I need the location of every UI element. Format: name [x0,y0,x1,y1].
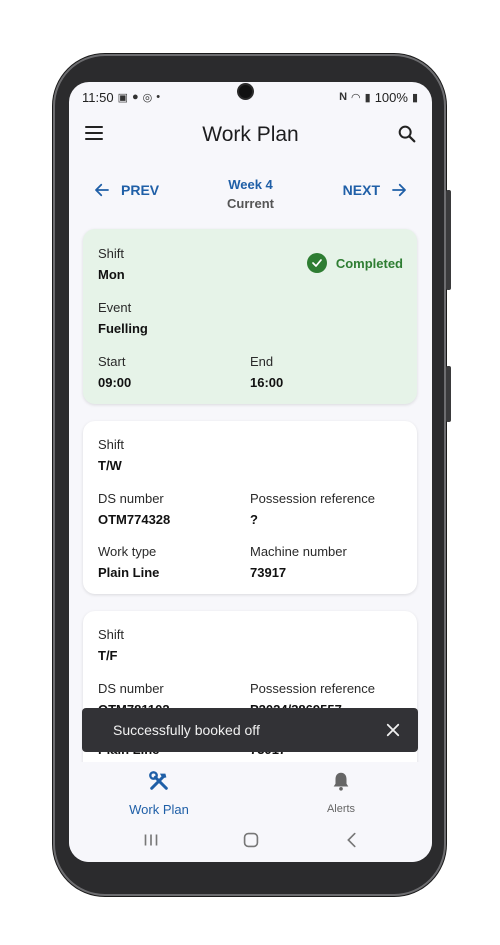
shift-card[interactable]: Shift T/W DS number OTM774328 Possession… [83,421,417,594]
snackbar: Successfully booked off [82,708,418,752]
gallery-icon: ▣ [117,91,128,104]
recent-apps-icon[interactable] [140,830,162,850]
field-label: Shift [98,246,125,261]
field-value: 16:00 [250,375,284,390]
field-label: Start [98,354,126,369]
field-value: Plain Line [98,565,160,580]
page-title: Work Plan [202,123,299,146]
field-label: Work type [98,544,157,559]
field-label: DS number [98,681,164,696]
power-button [446,366,451,422]
status-time: 11:50 [82,89,114,105]
shift-card-completed[interactable]: Completed Shift Mon Event Fuelling Start… [83,229,417,404]
field-label: Shift [98,627,125,642]
bottom-navigation: Work Plan Alerts [69,762,432,818]
battery-level: 100% [374,89,408,105]
home-icon[interactable] [240,830,262,850]
field-label: Possession reference [250,681,376,696]
back-icon[interactable] [341,830,363,850]
field-label: Shift [98,437,125,452]
check-circle-icon [306,253,327,273]
snackbar-message: Successfully booked off [113,722,260,738]
sync-icon: ◎ [142,91,153,104]
field-label: Event [98,300,132,315]
search-icon[interactable] [396,123,418,145]
field-value: 09:00 [98,375,132,390]
system-navigation-bar [69,818,432,862]
dot-icon: • [156,91,161,103]
tab-work-plan[interactable]: Work Plan [99,762,219,818]
menu-icon[interactable] [85,126,103,140]
battery-icon: ▮ [411,91,418,104]
tools-icon [149,771,168,790]
next-label: NEXT [342,182,380,198]
tab-alerts[interactable]: Alerts [281,762,401,818]
field-value: T/W [98,458,122,473]
field-value: Mon [98,267,125,282]
field-value: OTM774328 [98,512,171,527]
field-value: ? [250,512,258,527]
app-bar: Work Plan [69,112,432,158]
phone-screen: 11:50 ▣ ● ◎ • N ◠ ▮ 100% ▮ Work Plan PRE… [69,82,432,862]
completed-label: Completed [335,255,403,271]
tab-label: Alerts [326,803,356,815]
shift-field: Shift T/F [98,627,124,663]
bell-icon [333,772,349,791]
arrow-right-icon [392,183,406,197]
event-field: Event Fuelling [98,300,148,336]
end-field: End 16:00 [250,354,283,390]
field-label: End [250,354,274,369]
machine-number-field: Machine number 73917 [250,544,347,580]
field-label: DS number [98,491,164,506]
possession-reference-field: Possession reference ? [250,491,375,527]
field-value: T/F [98,648,118,663]
field-value: 73917 [250,565,287,580]
volume-button [446,190,451,290]
field-label: Possession reference [250,491,376,506]
field-label: Machine number [250,544,347,559]
close-icon[interactable] [384,721,402,739]
work-type-field: Work type Plain Line [98,544,159,580]
ds-number-field: DS number OTM774328 [98,491,170,527]
nfc-icon: N [339,91,348,103]
next-week-button[interactable]: NEXT [343,181,408,199]
shift-field: Shift T/W [98,437,124,473]
start-field: Start 09:00 [98,354,131,390]
tab-label: Work Plan [129,802,189,817]
wifi-icon: ◠ [351,91,361,104]
pin-icon: ● [131,91,139,103]
shift-field: Shift Mon [98,246,125,282]
week-navigation: PREV Week 4 Current NEXT [69,174,432,214]
front-camera [239,85,252,98]
completed-badge: Completed [306,253,403,273]
field-value: Fuelling [98,321,148,336]
signal-icon: ▮ [364,91,371,104]
